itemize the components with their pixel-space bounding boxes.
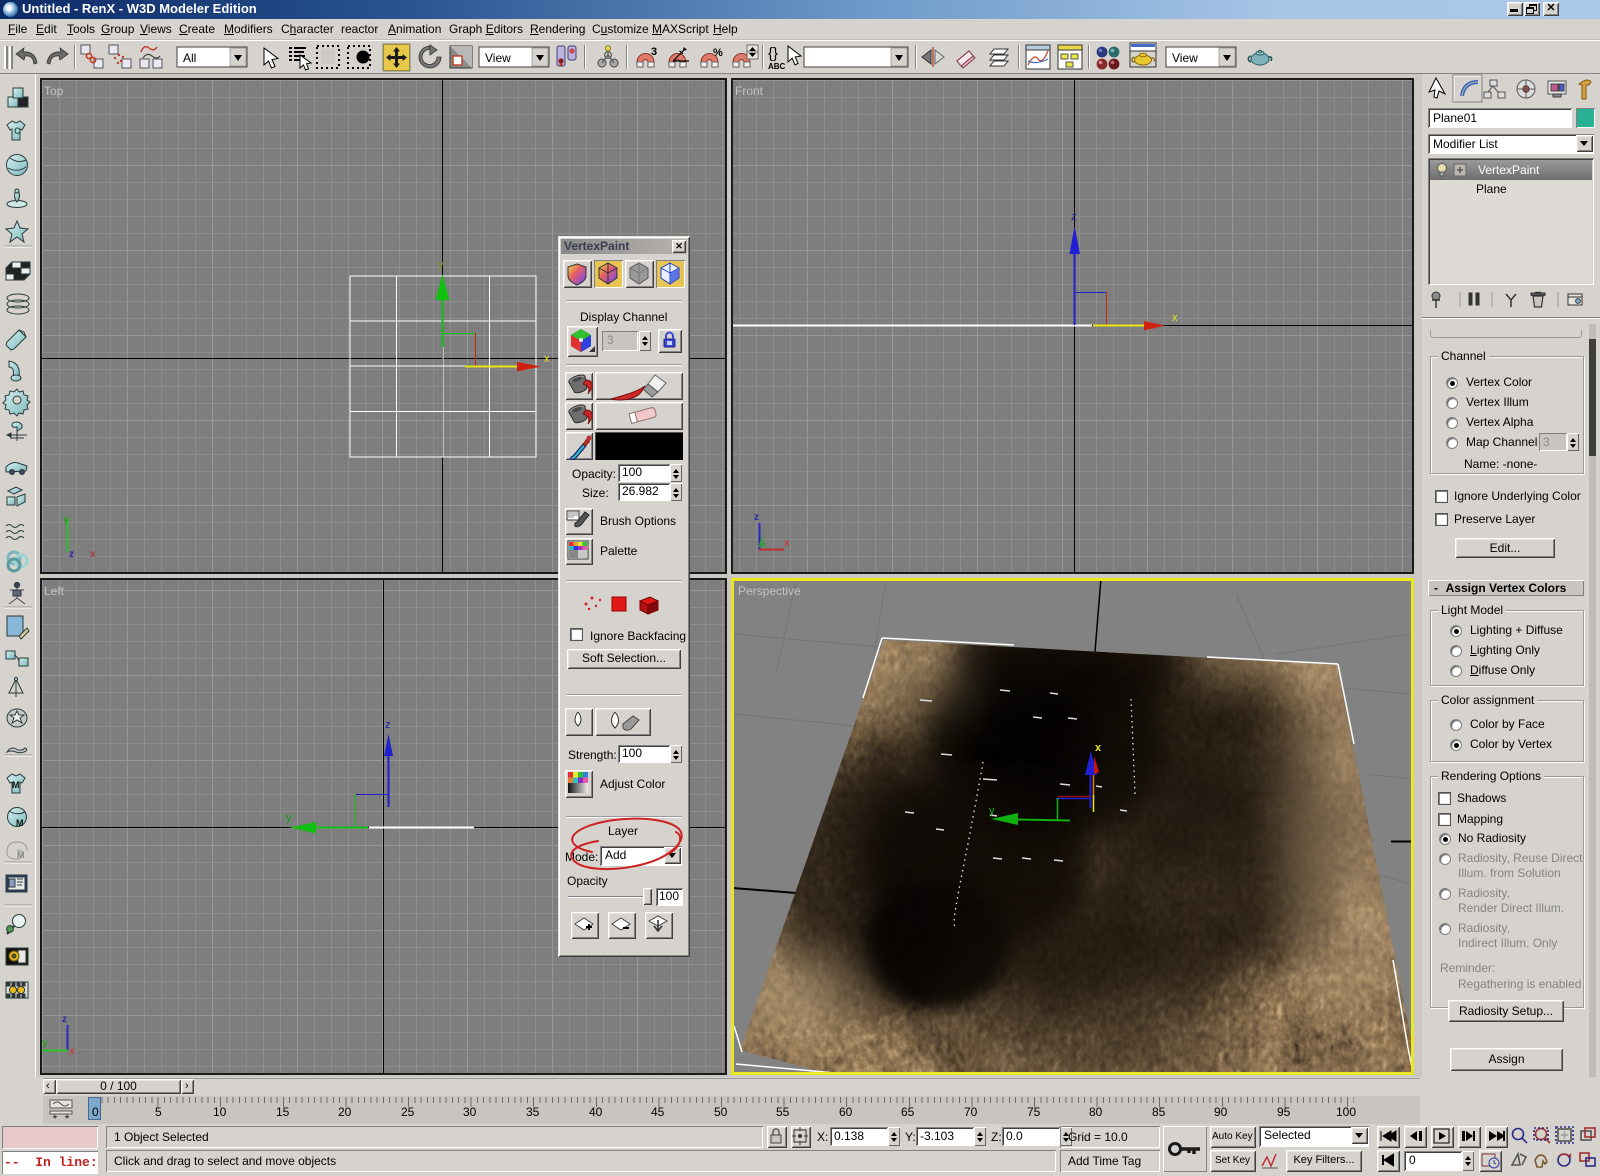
- svg-text:Left: Left: [44, 584, 65, 598]
- svg-text:z: z: [69, 549, 74, 560]
- svg-text:{}: {}: [768, 45, 778, 62]
- svg-text:Perspective: Perspective: [738, 584, 801, 598]
- svg-text:Front: Front: [735, 84, 764, 98]
- svg-text:x: x: [784, 538, 790, 549]
- svg-text:z: z: [385, 719, 391, 731]
- svg-text:y: y: [42, 1038, 48, 1049]
- svg-text:z: z: [62, 1014, 67, 1025]
- svg-text:y: y: [286, 812, 292, 824]
- svg-text:y: y: [989, 805, 995, 817]
- svg-text:x: x: [1172, 312, 1178, 324]
- svg-text:M: M: [12, 780, 20, 790]
- svg-text:Top: Top: [44, 84, 64, 98]
- svg-text:z: z: [754, 512, 759, 523]
- svg-text:All: All: [183, 51, 196, 65]
- svg-text:%: %: [713, 47, 723, 59]
- svg-text:x: x: [544, 353, 550, 365]
- svg-text:ABC: ABC: [768, 62, 786, 71]
- svg-text:View: View: [485, 51, 511, 65]
- svg-text:M: M: [17, 850, 25, 860]
- svg-text:y: y: [438, 259, 444, 271]
- svg-text:x: x: [69, 1046, 75, 1057]
- svg-text:y: y: [63, 514, 69, 525]
- svg-text:View: View: [1172, 51, 1198, 65]
- svg-text:M: M: [16, 818, 24, 828]
- svg-text:C: C: [14, 126, 21, 136]
- svg-text:3: 3: [651, 46, 657, 58]
- svg-text:x: x: [90, 549, 96, 560]
- svg-text:x: x: [1095, 742, 1102, 754]
- svg-text:z: z: [1071, 211, 1077, 223]
